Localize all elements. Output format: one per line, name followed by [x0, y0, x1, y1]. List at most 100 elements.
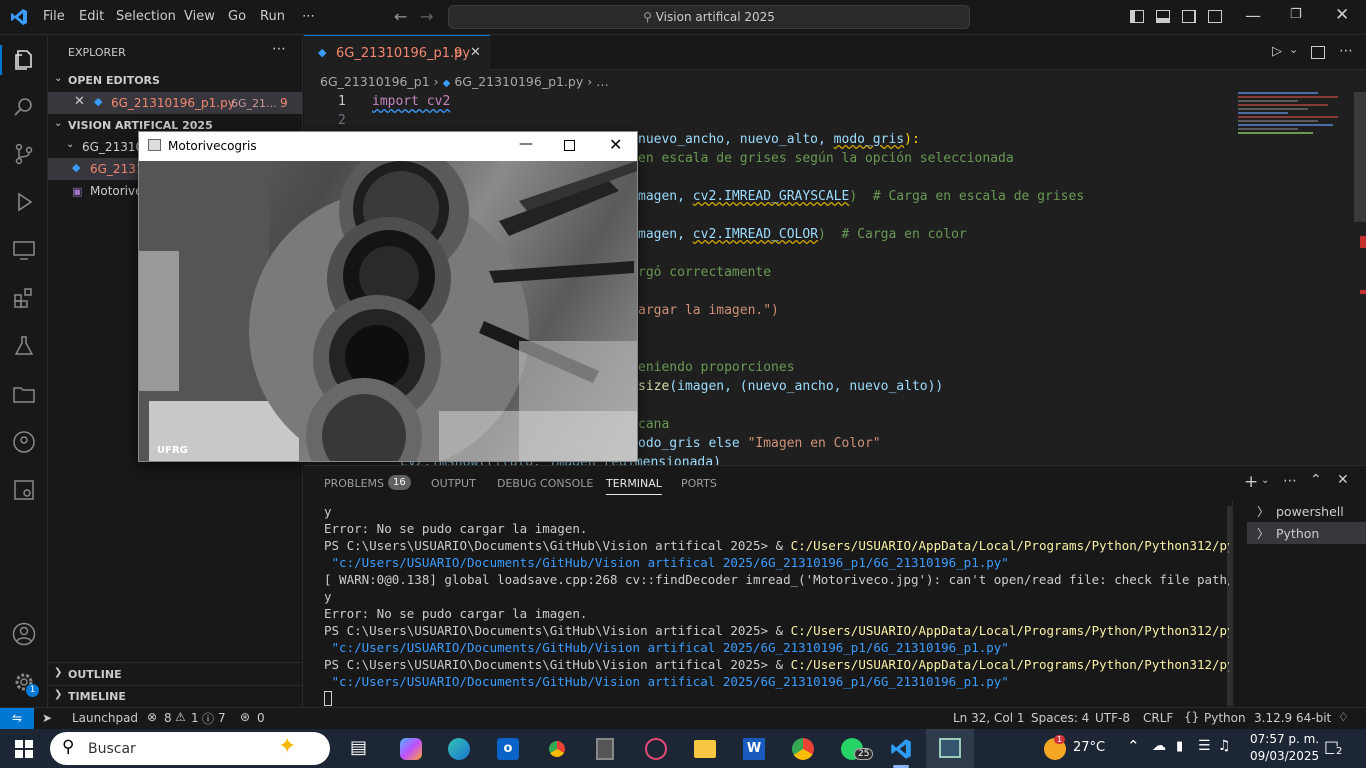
split-editor-icon[interactable]	[1311, 46, 1325, 59]
minimize-icon[interactable]: —	[519, 136, 533, 152]
chrome-icon[interactable]	[546, 738, 568, 760]
accounts-icon[interactable]	[12, 622, 36, 646]
editor-more-icon[interactable]: ⋯	[1339, 43, 1353, 59]
python-window-taskbar-item[interactable]	[926, 729, 974, 768]
manage-gear-icon[interactable]: 1	[12, 670, 39, 697]
snipping-tool-icon[interactable]	[645, 738, 667, 760]
breadcrumb-folder[interactable]: 6G_21310196_p1	[320, 74, 430, 89]
chevron-down-icon[interactable]: ⌄	[54, 118, 62, 129]
scrollbar[interactable]	[1354, 92, 1366, 222]
timeline-header[interactable]: TIMELINE	[68, 690, 126, 703]
remote-indicator[interactable]: ⇋	[0, 708, 34, 729]
onedrive-icon[interactable]: ☁	[1152, 738, 1166, 754]
run-icon[interactable]: ▷	[1272, 44, 1282, 59]
menu-more[interactable]: ⋯	[302, 9, 315, 24]
customize-layout-icon[interactable]	[1208, 10, 1222, 23]
chevron-down-icon[interactable]: ⌄	[1261, 475, 1269, 486]
open-editor-item[interactable]: ✕ ◆ 6G_21310196_p1.py 6G_21... 9	[48, 92, 302, 114]
eol[interactable]: CRLF	[1143, 711, 1173, 725]
search-activity-icon[interactable]	[12, 95, 36, 119]
terminal-output[interactable]: y Error: No se pudo cargar la imagen. PS C…	[304, 504, 1229, 708]
panel-more-icon[interactable]: ⋯	[1283, 473, 1297, 489]
menu-view[interactable]: View	[184, 9, 215, 24]
breadcrumb-file[interactable]: 6G_21310196_p1.py	[454, 74, 583, 89]
breadcrumb-more[interactable]: …	[596, 74, 609, 89]
menu-file[interactable]: File	[43, 9, 65, 24]
clock-date[interactable]: 09/03/2025	[1250, 749, 1319, 763]
warning-count[interactable]: 1	[191, 711, 199, 725]
tab-6g-py[interactable]: ◆ 6G_21310196_p1.py 9 ✕	[304, 35, 490, 71]
error-count[interactable]: 8	[164, 711, 172, 725]
clock-time[interactable]: 07:57 p. m.	[1250, 732, 1319, 746]
source-control-icon[interactable]	[12, 142, 36, 166]
minimize-icon[interactable]: —	[1245, 6, 1261, 25]
tab-debug-console[interactable]: DEBUG CONSOLE	[497, 477, 593, 490]
windows-start-icon[interactable]	[14, 739, 34, 759]
explorer-icon[interactable]	[12, 48, 36, 72]
outline-header[interactable]: OUTLINE	[68, 668, 122, 681]
menu-go[interactable]: Go	[228, 9, 246, 24]
folders-icon[interactable]	[12, 382, 36, 406]
minimap[interactable]	[1238, 92, 1352, 172]
word-icon[interactable]: W	[743, 738, 765, 760]
copilot-icon[interactable]	[400, 738, 422, 760]
restore-icon[interactable]: ❐	[1290, 7, 1302, 22]
close-icon[interactable]: ✕	[609, 135, 622, 154]
forward-arrow-icon[interactable]: →	[420, 7, 433, 26]
battery-icon[interactable]: ▮	[1176, 739, 1183, 754]
chevron-down-icon[interactable]: ⌄	[66, 139, 74, 150]
temperature[interactable]: 27°C	[1073, 740, 1105, 755]
run-debug-icon[interactable]	[12, 190, 36, 214]
maximize-panel-icon[interactable]: ⌃	[1310, 472, 1322, 488]
vscode-taskbar-icon[interactable]	[890, 738, 912, 760]
file-explorer-icon[interactable]	[694, 740, 716, 758]
github-icon[interactable]	[12, 430, 36, 454]
terminal-instance-python[interactable]: 〉 Python	[1247, 522, 1366, 544]
ports-count[interactable]: 0	[257, 711, 265, 725]
indentation[interactable]: Spaces: 4	[1031, 711, 1089, 725]
menu-run[interactable]: Run	[260, 9, 285, 24]
tab-output[interactable]: OUTPUT	[431, 477, 476, 490]
chevron-right-icon[interactable]: ❯	[54, 689, 62, 700]
edge-icon[interactable]	[448, 738, 470, 760]
toggle-panel-icon[interactable]	[1156, 10, 1170, 23]
menu-selection[interactable]: Selection	[116, 9, 176, 24]
close-window-icon[interactable]: ✕	[1335, 5, 1349, 25]
encoding[interactable]: UTF-8	[1095, 711, 1130, 725]
terminal-instance-powershell[interactable]: 〉 powershell	[1247, 500, 1366, 522]
toggle-secondary-sidebar-icon[interactable]	[1182, 10, 1196, 23]
back-arrow-icon[interactable]: ←	[394, 7, 407, 26]
task-view-icon[interactable]: ▤	[350, 737, 367, 758]
new-terminal-plus-icon[interactable]: +	[1244, 472, 1258, 492]
close-panel-icon[interactable]: ✕	[1337, 472, 1349, 488]
chevron-down-icon[interactable]: ⌄	[54, 73, 62, 84]
cursor-position[interactable]: Ln 32, Col 1	[953, 711, 1025, 725]
remote-explorer-icon[interactable]	[12, 238, 36, 262]
extensions-icon[interactable]	[12, 286, 36, 310]
maximize-icon[interactable]	[564, 140, 575, 151]
bell-icon[interactable]: ♢	[1338, 710, 1349, 724]
chevron-down-icon[interactable]: ⌄	[1289, 43, 1298, 56]
language-mode[interactable]: Python	[1204, 711, 1246, 725]
remote-containers-icon[interactable]	[12, 478, 36, 502]
launchpad-label[interactable]: Launchpad	[72, 711, 138, 725]
open-editors-header[interactable]: OPEN EDITORS	[68, 74, 160, 87]
command-center-search[interactable]: ⚲ Vision artifical 2025	[448, 5, 970, 29]
chrome-profile-icon[interactable]	[792, 738, 814, 760]
tab-ports[interactable]: PORTS	[681, 477, 717, 490]
toggle-sidebar-icon[interactable]	[1130, 10, 1144, 23]
outlook-icon[interactable]: o	[497, 738, 519, 760]
explorer-more-icon[interactable]: ⋯	[272, 41, 286, 57]
tab-terminal[interactable]: TERMINAL	[606, 477, 662, 495]
chevron-right-icon[interactable]: ❯	[54, 667, 62, 678]
menu-edit[interactable]: Edit	[79, 9, 104, 24]
testing-icon[interactable]	[12, 334, 36, 358]
tab-problems[interactable]: PROBLEMS	[324, 477, 384, 490]
calculator-icon[interactable]	[596, 738, 614, 760]
image-window[interactable]: Motorivecogris — ✕ UFRG	[138, 131, 638, 462]
close-icon[interactable]: ✕	[470, 45, 481, 60]
close-icon[interactable]: ✕	[74, 94, 85, 109]
python-version[interactable]: 3.12.9 64-bit	[1254, 711, 1331, 725]
taskbar-search-box[interactable]: ⚲ Buscar ✦	[50, 732, 330, 765]
volume-icon[interactable]: ♫	[1218, 738, 1231, 754]
